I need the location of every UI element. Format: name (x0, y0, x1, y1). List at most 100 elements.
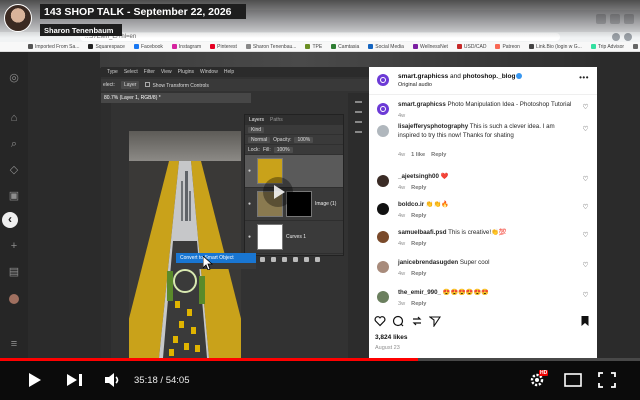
document-tab[interactable]: 80.7% (Layer 1, RGB/8) * (101, 93, 251, 103)
notifications-icon[interactable]: ▤ (8, 266, 20, 278)
blend-mode-dropdown[interactable]: Normal (248, 136, 271, 143)
tab-paths[interactable]: Paths (270, 117, 283, 123)
commenter-avatar[interactable] (377, 175, 389, 187)
bookmark-item[interactable]: Social Media (368, 44, 404, 50)
play-icon[interactable] (26, 372, 42, 388)
comment-user[interactable]: samuelbaafi.psd (398, 229, 447, 236)
comment-like-heart-icon[interactable]: ♡ (582, 126, 589, 133)
fill-field[interactable]: 100% (273, 146, 293, 153)
comment-user[interactable]: boldco.ir (398, 201, 424, 208)
channel-avatar[interactable] (4, 4, 32, 32)
collaborator-name[interactable]: photoshop._blog (463, 73, 516, 80)
profile-avatar[interactable] (9, 294, 19, 304)
explore-icon[interactable]: ◇ (8, 164, 20, 176)
bookmark-item[interactable]: Trip Advisor (590, 44, 624, 50)
comment-like-heart-icon[interactable]: ♡ (582, 292, 589, 299)
bookmark-item[interactable]: Sharon Tenenbau... (245, 44, 296, 50)
photoshop-menu-item[interactable]: Filter (144, 69, 155, 75)
audio-label[interactable]: Original audio (398, 82, 432, 88)
panel-icon[interactable] (355, 121, 362, 123)
reply-button[interactable]: Reply (411, 271, 426, 277)
kind-filter[interactable]: Kind (248, 126, 265, 133)
adjustment-icon[interactable] (282, 256, 287, 262)
photoshop-menu-item[interactable]: Plugins (178, 69, 194, 75)
photoshop-menu-item[interactable]: Help (224, 69, 234, 75)
share-icon[interactable] (429, 315, 441, 327)
commenter-avatar[interactable] (377, 291, 389, 303)
create-icon[interactable]: + (8, 240, 20, 252)
comment-user[interactable]: janicebrendasugden (398, 259, 458, 266)
panel-icon[interactable] (355, 111, 362, 113)
comment-like-heart-icon[interactable]: ♡ (582, 176, 589, 183)
progress-bar[interactable] (0, 358, 640, 361)
bookmark-item[interactable]: WellnessNet (412, 44, 448, 50)
bookmark-item[interactable]: USD/CAD (456, 44, 486, 50)
layer-row[interactable]: ● (245, 155, 343, 188)
bookmark-item[interactable]: Imported From Sa... (28, 44, 79, 50)
new-layer-icon[interactable] (304, 256, 309, 262)
eye-icon[interactable]: ● (248, 234, 254, 240)
like-count[interactable]: 3,824 likes (375, 334, 408, 341)
fx-icon[interactable] (260, 256, 265, 262)
comment-user[interactable]: the_emir_990_ (398, 289, 441, 296)
layer-row[interactable]: ● Curves 1 (245, 221, 343, 254)
photoshop-menu-item[interactable]: Window (200, 69, 218, 75)
bookmark-item[interactable]: Patreon (495, 44, 520, 50)
comment-like-count[interactable]: 1 like (411, 152, 425, 158)
photoshop-menu-item[interactable]: Select (124, 69, 138, 75)
bookmark-item[interactable]: Music for Videos (633, 44, 640, 50)
bookmark-item[interactable]: Facebook (133, 44, 163, 50)
folder-icon[interactable] (293, 256, 298, 262)
volume-icon[interactable] (104, 372, 122, 388)
menu-icon[interactable]: ≡ (8, 338, 20, 350)
home-icon[interactable]: ⌂ (8, 112, 20, 124)
bookmark-item[interactable]: Squarespace (88, 44, 125, 50)
search-icon[interactable]: ⌕ (8, 138, 20, 150)
opacity-field[interactable]: 100% (294, 136, 314, 143)
previous-post-button[interactable]: ‹ (2, 212, 18, 228)
reply-button[interactable]: Reply (411, 185, 426, 191)
reply-button[interactable]: Reply (411, 213, 426, 219)
next-icon[interactable] (66, 372, 84, 388)
bookmark-item[interactable]: TPE (305, 44, 322, 50)
eye-icon[interactable]: ● (248, 168, 254, 174)
photoshop-video-frame[interactable]: Type Select Filter View Plugins Window Help el… (101, 67, 369, 358)
miniplayer-icon[interactable] (564, 372, 582, 388)
trash-icon[interactable] (315, 256, 320, 262)
panel-icon[interactable] (355, 131, 362, 133)
select-dropdown[interactable]: Layer (120, 81, 140, 89)
commenter-avatar[interactable] (377, 203, 389, 215)
bookmark-item[interactable]: Pinterest (210, 44, 237, 50)
caption-like-heart-icon[interactable]: ♡ (582, 104, 589, 111)
context-menu-item[interactable]: Convert to Smart Object (176, 253, 256, 263)
layer-row[interactable]: ● Image (1) (245, 188, 343, 221)
reply-button[interactable]: Reply (411, 301, 426, 307)
commenter-avatar[interactable] (377, 261, 389, 273)
like-heart-icon[interactable] (374, 315, 386, 327)
panel-icon[interactable] (355, 101, 362, 103)
photoshop-menu-item[interactable]: View (161, 69, 172, 75)
play-overlay-icon[interactable] (263, 177, 293, 207)
photoshop-menu-item[interactable]: Type (107, 69, 118, 75)
comment-user[interactable]: lisajefferysphotography (398, 123, 468, 130)
bookmark-item[interactable]: Camtasia (331, 44, 359, 50)
author-avatar[interactable] (377, 74, 389, 86)
more-options-icon[interactable]: ••• (579, 73, 589, 82)
video-title[interactable]: 143 SHOP TALK - September 22, 2026 (44, 6, 232, 18)
comment-like-heart-icon[interactable]: ♡ (582, 262, 589, 269)
reply-button[interactable]: Reply (411, 241, 426, 247)
transform-controls-toggle[interactable]: Show Transform Controls (145, 81, 209, 89)
channel-name[interactable]: Sharon Tenenbaum (44, 26, 113, 35)
commenter-avatar[interactable] (377, 125, 389, 137)
comment-like-heart-icon[interactable]: ♡ (582, 204, 589, 211)
caption-user[interactable]: smart.graphicss (398, 101, 446, 108)
reply-button[interactable]: Reply (431, 152, 446, 158)
comment-icon[interactable] (392, 315, 404, 327)
mask-icon[interactable] (271, 256, 276, 262)
instagram-logo-icon[interactable]: ◎ (8, 72, 20, 84)
comment-like-heart-icon[interactable]: ♡ (582, 232, 589, 239)
bookmark-item[interactable]: Instagram (171, 44, 201, 50)
commenter-avatar[interactable] (377, 231, 389, 243)
author-name[interactable]: smart.graphicss (398, 73, 448, 80)
comment-user[interactable]: _ajeetsingh00 (398, 173, 439, 180)
